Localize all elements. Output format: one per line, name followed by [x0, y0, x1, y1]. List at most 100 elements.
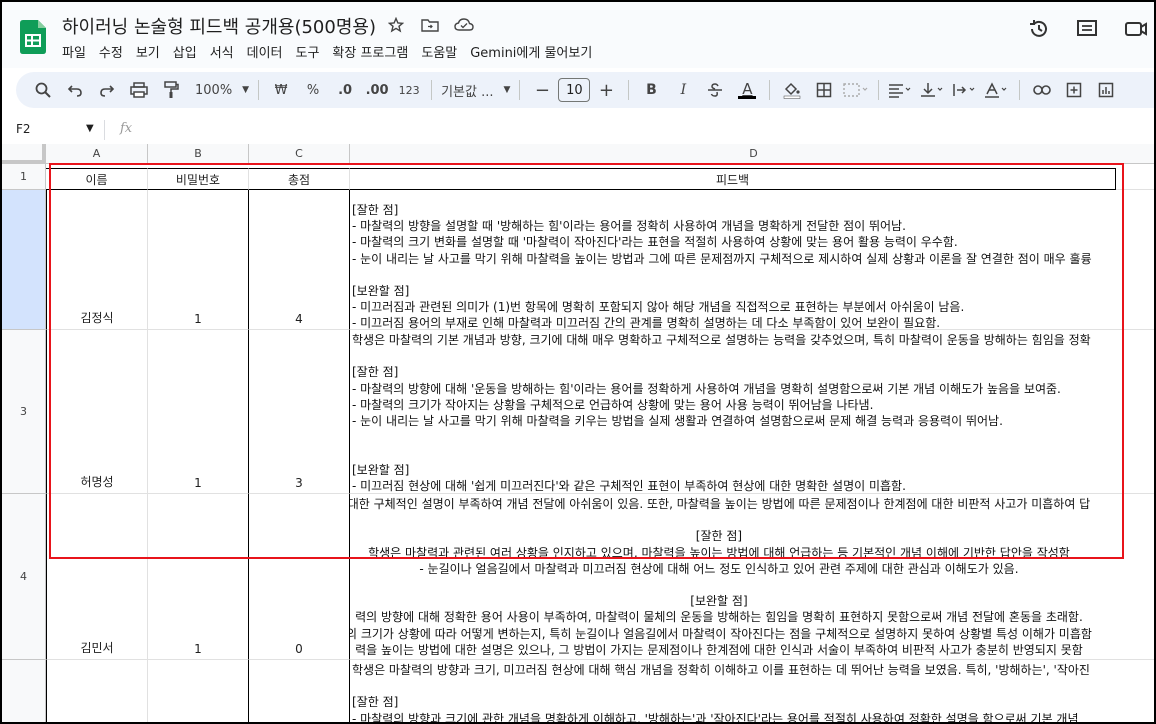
toolbar-divider — [878, 80, 880, 100]
row-header-4[interactable]: 4 — [2, 494, 46, 660]
cell-a1[interactable]: 이름 — [46, 168, 148, 190]
cell-c3[interactable]: 3 — [249, 330, 350, 494]
menu-gemini[interactable]: Gemini에게 물어보기 — [470, 42, 592, 61]
move-folder-icon[interactable] — [420, 15, 440, 35]
row-header-3[interactable]: 3 — [2, 330, 46, 494]
menu-edit[interactable]: 수정 — [99, 42, 123, 61]
vertical-align-icon[interactable] — [920, 76, 946, 104]
history-icon[interactable] — [1028, 18, 1050, 44]
cell-c4[interactable]: 0 — [249, 494, 350, 660]
undo-icon[interactable] — [62, 76, 88, 104]
toolbar-divider — [258, 80, 260, 100]
toolbar-divider — [769, 80, 771, 100]
toolbar-divider — [1019, 80, 1021, 100]
strikethrough-icon[interactable] — [702, 76, 728, 104]
cell-c2[interactable]: 4 — [249, 190, 350, 330]
select-all-corner[interactable] — [2, 144, 46, 164]
cell-a3[interactable]: 허명성 — [46, 330, 148, 494]
menu-file[interactable]: 파일 — [62, 42, 86, 61]
fx-icon: fx — [120, 121, 133, 136]
redo-icon[interactable] — [94, 76, 120, 104]
percent-format-button[interactable]: % — [300, 76, 326, 104]
name-box[interactable]: F2 — [16, 122, 31, 136]
menu-view[interactable]: 보기 — [136, 42, 160, 61]
name-box-dropdown-icon[interactable]: ▼ — [86, 123, 94, 134]
decrease-decimal-button[interactable]: .0 — [332, 76, 358, 104]
italic-button[interactable]: I — [670, 76, 696, 104]
menu-help[interactable]: 도움말 — [421, 42, 457, 61]
feedback-text: 학생은 마찰력의 기본 개념과 방향, 크기에 대해 매우 명확하고 구체적으로… — [352, 333, 1091, 493]
insert-comment-icon[interactable] — [1061, 76, 1087, 104]
feedback-text: [잘한 점] - 마찰력의 방향을 설명할 때 '방해하는 힘'이라는 용어를 … — [352, 203, 1092, 330]
column-header-a[interactable]: A — [46, 144, 148, 164]
fill-color-icon[interactable] — [779, 76, 805, 104]
meet-icon[interactable] — [1124, 18, 1154, 44]
cell-c5[interactable] — [249, 660, 350, 722]
merge-cells-icon[interactable] — [843, 76, 869, 104]
column-header-c[interactable]: C — [249, 144, 350, 164]
menu-tools[interactable]: 도구 — [296, 42, 320, 61]
insert-link-icon[interactable] — [1029, 76, 1055, 104]
cell-a4[interactable]: 김민서 — [46, 494, 148, 660]
cell-b4[interactable]: 1 — [148, 494, 249, 660]
document-title[interactable]: 하이러닝 논술형 피드백 공개용(500명용) — [62, 13, 376, 39]
star-icon[interactable] — [386, 15, 406, 35]
comments-icon[interactable] — [1076, 18, 1098, 44]
text-color-swatch — [738, 95, 757, 99]
cell-a2[interactable]: 김정식 — [46, 190, 148, 330]
cell-a5[interactable] — [46, 660, 148, 722]
cell-c1[interactable]: 총점 — [249, 168, 350, 190]
formula-bar: F2 ▼ fx — [2, 116, 1154, 144]
cloud-status-icon[interactable] — [454, 15, 474, 35]
sheets-logo-icon[interactable] — [20, 20, 46, 54]
row-header-1[interactable]: 1 — [2, 164, 46, 190]
row-header-5[interactable] — [2, 660, 46, 722]
text-rotation-icon[interactable] — [984, 76, 1010, 104]
cell-d4[interactable]: 대한 구체적인 설명이 부족하여 개념 전달에 아쉬움이 있음. 또한, 마찰력… — [350, 494, 1154, 660]
font-size-increase-icon[interactable]: + — [593, 76, 619, 104]
font-size-decrease-icon[interactable]: − — [529, 76, 555, 104]
cell-d5[interactable]: 학생은 마찰력의 방향과 크기, 미끄러짐 현상에 대해 핵심 개념을 정확히 … — [350, 660, 1154, 724]
cell-b5[interactable] — [148, 660, 249, 722]
cell-e1[interactable] — [1116, 168, 1154, 190]
column-header-b[interactable]: B — [148, 144, 249, 164]
app-header: 하이러닝 논술형 피드백 공개용(500명용) 파일 수정 보기 삽입 서식 데… — [2, 2, 1154, 68]
row-header-2[interactable] — [2, 190, 46, 330]
formula-divider — [104, 120, 105, 140]
borders-icon[interactable] — [811, 76, 837, 104]
bold-button[interactable]: B — [638, 76, 664, 104]
font-dropdown-icon: ▼ — [503, 85, 511, 95]
zoom-dropdown-icon: ▼ — [242, 85, 250, 95]
zoom-select[interactable]: 100% ▼ — [195, 76, 249, 104]
font-size-input[interactable]: 10 — [558, 78, 591, 102]
font-select[interactable]: 기본값 ... ▼ — [441, 76, 510, 104]
font-value: 기본값 ... — [441, 84, 494, 100]
menu-insert[interactable]: 삽입 — [173, 42, 197, 61]
paint-format-icon[interactable] — [158, 76, 184, 104]
toolbar-divider — [431, 80, 433, 100]
menu-data[interactable]: 데이터 — [247, 42, 283, 61]
search-menus-icon[interactable] — [30, 76, 56, 104]
menu-extensions[interactable]: 확장 프로그램 — [332, 42, 408, 61]
number-format-button[interactable]: 123 — [396, 76, 422, 104]
increase-decimal-button[interactable]: .00 — [364, 76, 390, 104]
cell-b3[interactable]: 1 — [148, 330, 249, 494]
window: 하이러닝 논술형 피드백 공개용(500명용) 파일 수정 보기 삽입 서식 데… — [0, 0, 1156, 724]
insert-chart-icon[interactable] — [1093, 76, 1119, 104]
cell-b2[interactable]: 1 — [148, 190, 249, 330]
feedback-text: 대한 구체적인 설명이 부족하여 개념 전달에 아쉬움이 있음. 또한, 마찰력… — [350, 497, 1092, 657]
menu-format[interactable]: 서식 — [210, 42, 234, 61]
horizontal-align-icon[interactable] — [888, 76, 914, 104]
spreadsheet-grid: A B C D 1 3 4 이름 비밀번호 총점 피드백 김정식 1 4 [잘한… — [2, 144, 1154, 724]
cell-b1[interactable]: 비밀번호 — [148, 168, 249, 190]
text-color-button[interactable]: A — [734, 76, 760, 104]
cell-d2[interactable]: [잘한 점] - 마찰력의 방향을 설명할 때 '방해하는 힘'이라는 용어를 … — [350, 190, 1154, 330]
print-icon[interactable] — [126, 76, 152, 104]
column-header-d[interactable]: D — [350, 144, 1154, 164]
text-wrap-icon[interactable] — [952, 76, 978, 104]
currency-format-button[interactable]: ₩ — [268, 76, 294, 104]
feedback-text: 학생은 마찰력의 방향과 크기, 미끄러짐 현상에 대해 핵심 개념을 정확히 … — [352, 663, 1090, 724]
menu-bar: 파일 수정 보기 삽입 서식 데이터 도구 확장 프로그램 도움말 Gemini… — [62, 42, 605, 61]
cell-d3[interactable]: 학생은 마찰력의 기본 개념과 방향, 크기에 대해 매우 명확하고 구체적으로… — [350, 330, 1154, 494]
cell-d1[interactable]: 피드백 — [350, 168, 1116, 190]
